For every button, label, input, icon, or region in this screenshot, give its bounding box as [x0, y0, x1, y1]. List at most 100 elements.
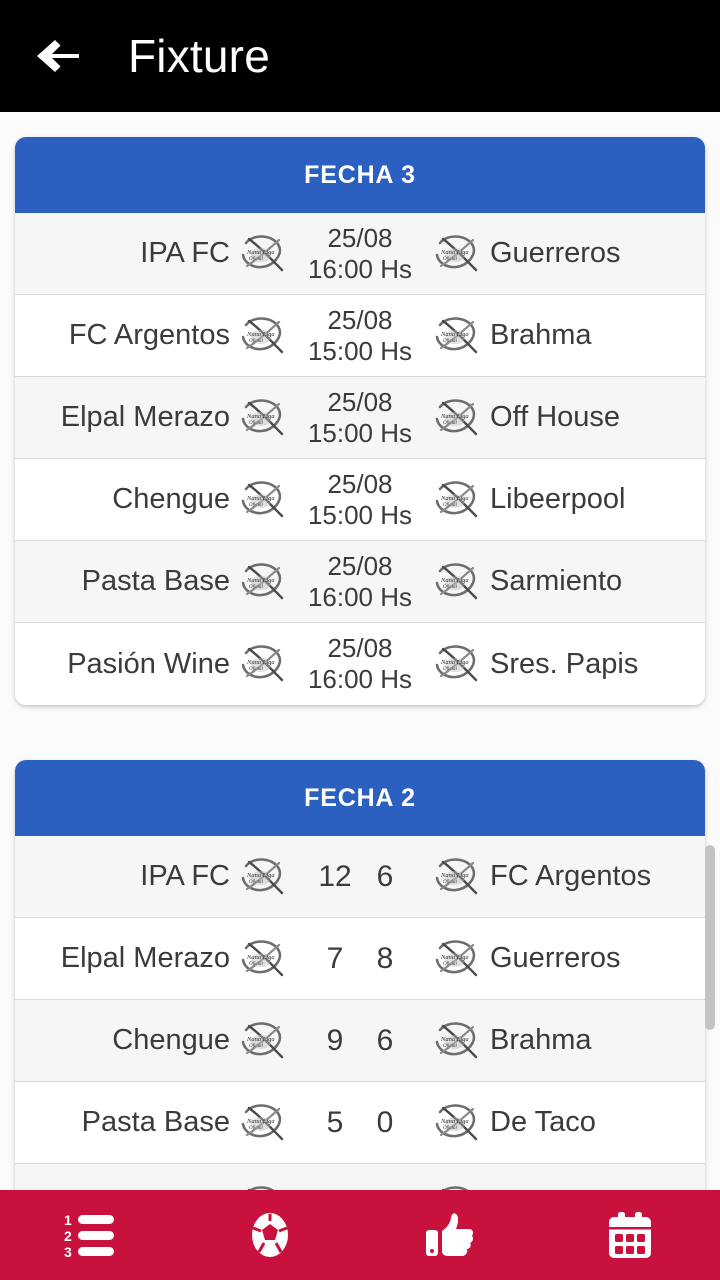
team-crest-icon: Nana LigaOficial — [434, 561, 480, 603]
fixture-card-title: FECHA 3 — [304, 160, 416, 189]
away-score: 6 — [376, 859, 394, 893]
numbered-list-icon: 123 — [64, 1212, 116, 1258]
match-row[interactable]: Pasta Base Nana Liga Oficial 25/08 16:00 Hs N… — [15, 541, 705, 623]
calendar-icon — [605, 1210, 655, 1260]
scrollbar-thumb[interactable] — [705, 845, 715, 1030]
match-score: 12 6 — [294, 860, 426, 894]
fixture-card-header: FECHA 2 — [15, 760, 705, 836]
match-datetime: 25/08 16:00 Hs — [294, 633, 426, 694]
team-crest-icon: Nana LigaOficial — [240, 856, 286, 898]
svg-text:3: 3 — [64, 1244, 72, 1258]
svg-text:Nana Liga: Nana Liga — [440, 1118, 469, 1125]
svg-text:Nana Liga: Nana Liga — [246, 659, 275, 666]
svg-text:Nana Liga: Nana Liga — [440, 659, 469, 666]
team-crest-icon: Nana LigaOficial — [434, 856, 480, 898]
svg-text:Oficial: Oficial — [249, 1126, 263, 1131]
svg-text:Nana Liga: Nana Liga — [440, 872, 469, 879]
match-row[interactable]: Pasión WineNana LigaOficial37Nana LigaOf… — [15, 1164, 705, 1190]
svg-text:Nana Liga: Nana Liga — [440, 413, 469, 420]
home-team-name: Chengue — [112, 1024, 230, 1056]
svg-text:Nana Liga: Nana Liga — [246, 413, 275, 420]
match-row[interactable]: Elpal Merazo Nana Liga Oficial 7 8 Nana Liga O… — [15, 918, 705, 1000]
svg-text:Nana Liga: Nana Liga — [246, 1118, 275, 1125]
svg-text:Oficial: Oficial — [249, 1044, 263, 1049]
svg-text:Oficial: Oficial — [249, 962, 263, 967]
svg-text:Oficial: Oficial — [443, 585, 457, 590]
team-crest-icon: Nana LigaOficial — [240, 561, 286, 603]
match-datetime: 25/08 15:00 Hs — [294, 387, 426, 448]
svg-text:Nana Liga: Nana Liga — [440, 577, 469, 584]
away-team-name: Off House — [490, 401, 621, 433]
svg-text:Oficial: Oficial — [249, 503, 263, 508]
match-date: 25/08 — [327, 304, 393, 335]
nav-standings[interactable]: 123 — [0, 1190, 180, 1280]
match-date: 25/08 — [327, 633, 393, 664]
team-crest-icon: Nana LigaOficial — [434, 479, 480, 521]
svg-text:Nana Liga: Nana Liga — [440, 495, 469, 502]
svg-text:1: 1 — [64, 1212, 72, 1228]
nav-fixture[interactable] — [540, 1190, 720, 1280]
app-header: Fixture — [0, 0, 720, 112]
team-crest-icon: Nana LigaOficial — [240, 315, 286, 357]
team-crest-icon: Nana LigaOficial — [434, 938, 480, 980]
match-score: 78 — [294, 942, 426, 976]
away-team-name: Brahma — [490, 1024, 592, 1056]
match-row[interactable]: Elpal Merazo Nana Liga Oficial 25/08 15:00 H… — [15, 377, 705, 459]
match-date: 25/08 — [327, 550, 393, 581]
team-crest-icon: Nana LigaOficial — [434, 1102, 480, 1144]
team-crest-icon: Nana LigaOficial — [434, 315, 480, 357]
away-team-name: FC Argentos — [490, 860, 652, 892]
svg-text:Oficial: Oficial — [443, 1044, 457, 1049]
match-date: 25/08 — [327, 222, 393, 253]
match-row[interactable]: IPA FC Nana Liga Oficial 12 6 Nana Liga Oficia… — [15, 836, 705, 918]
scrollbar[interactable] — [705, 112, 715, 1190]
fixture-card: FECHA 2 IPA FC Nana Liga Oficial 12 6 Nana Lig… — [15, 760, 705, 1190]
match-date: 25/08 — [327, 386, 393, 417]
team-crest-icon: Nana LigaOficial — [240, 938, 286, 980]
fixture-list: FECHA 3 IPA FC Nana Liga Oficial 25/08 16:00 … — [0, 112, 720, 1190]
svg-text:Oficial: Oficial — [249, 585, 263, 590]
team-crest-icon: Nana LigaOficial — [240, 479, 286, 521]
match-row[interactable]: FC Argentos Nana Liga Oficial 25/08 15:00 Hs… — [15, 295, 705, 377]
team-crest-icon: Nana LigaOficial — [240, 397, 286, 439]
away-team-name: Brahma — [490, 319, 592, 351]
svg-text:Nana Liga: Nana Liga — [246, 872, 275, 879]
away-score: 6 — [376, 1023, 394, 1057]
svg-text:Oficial: Oficial — [249, 421, 263, 426]
away-team-name: Libeerpool — [490, 483, 626, 515]
match-row[interactable]: IPA FC Nana Liga Oficial 25/08 16:00 Hs Nana … — [15, 213, 705, 295]
match-datetime: 25/08 15:00 Hs — [294, 469, 426, 530]
svg-text:Nana Liga: Nana Liga — [440, 954, 469, 961]
away-score: 8 — [376, 941, 394, 975]
home-team-name: Elpal Merazo — [60, 401, 230, 433]
home-team-name: Pasta Base — [81, 1106, 230, 1138]
nav-likes[interactable] — [360, 1190, 540, 1280]
match-row[interactable]: Pasta Base Nana Liga Oficial 5 0 Nana Liga Ofi… — [15, 1082, 705, 1164]
match-row[interactable]: Chengue Nana Liga Oficial 9 6 Nana Liga Oficia… — [15, 1000, 705, 1082]
page-title: Fixture — [128, 30, 270, 82]
soccer-ball-icon — [245, 1210, 295, 1260]
home-team-name: IPA FC — [140, 237, 230, 269]
match-score: 96 — [294, 1024, 426, 1058]
match-datetime: 25/08 15:00 Hs — [294, 305, 426, 366]
away-team-name: Guerreros — [490, 237, 621, 269]
home-score: 5 — [326, 1105, 344, 1139]
svg-text:Oficial: Oficial — [443, 339, 457, 344]
home-team-name: Chengue — [112, 483, 230, 515]
nav-matches[interactable] — [180, 1190, 360, 1280]
away-team-name: Sarmiento — [490, 565, 623, 597]
home-score: 9 — [326, 1023, 344, 1057]
home-score: 7 — [326, 941, 344, 975]
fixture-scroll-area[interactable]: FECHA 3 IPA FC Nana Liga Oficial 25/08 16:00 … — [0, 112, 720, 1190]
match-row[interactable]: Pasión Wine Nana Liga Oficial 25/08 16:00 Hs… — [15, 623, 705, 705]
svg-text:Nana Liga: Nana Liga — [246, 249, 275, 256]
away-team-name: Guerreros — [490, 942, 621, 974]
svg-text:Nana Liga: Nana Liga — [246, 577, 275, 584]
svg-text:Nana Liga: Nana Liga — [246, 954, 275, 961]
svg-text:Nana Liga: Nana Liga — [440, 331, 469, 338]
match-row[interactable]: Chengue Nana Liga Oficial 25/08 15:00 Hs Nana… — [15, 459, 705, 541]
svg-text:Nana Liga: Nana Liga — [440, 249, 469, 256]
fixture-card: FECHA 3 IPA FC Nana Liga Oficial 25/08 16:00 … — [15, 137, 705, 705]
back-button[interactable] — [26, 24, 90, 88]
match-datetime: 25/08 16:00 Hs — [294, 551, 426, 612]
